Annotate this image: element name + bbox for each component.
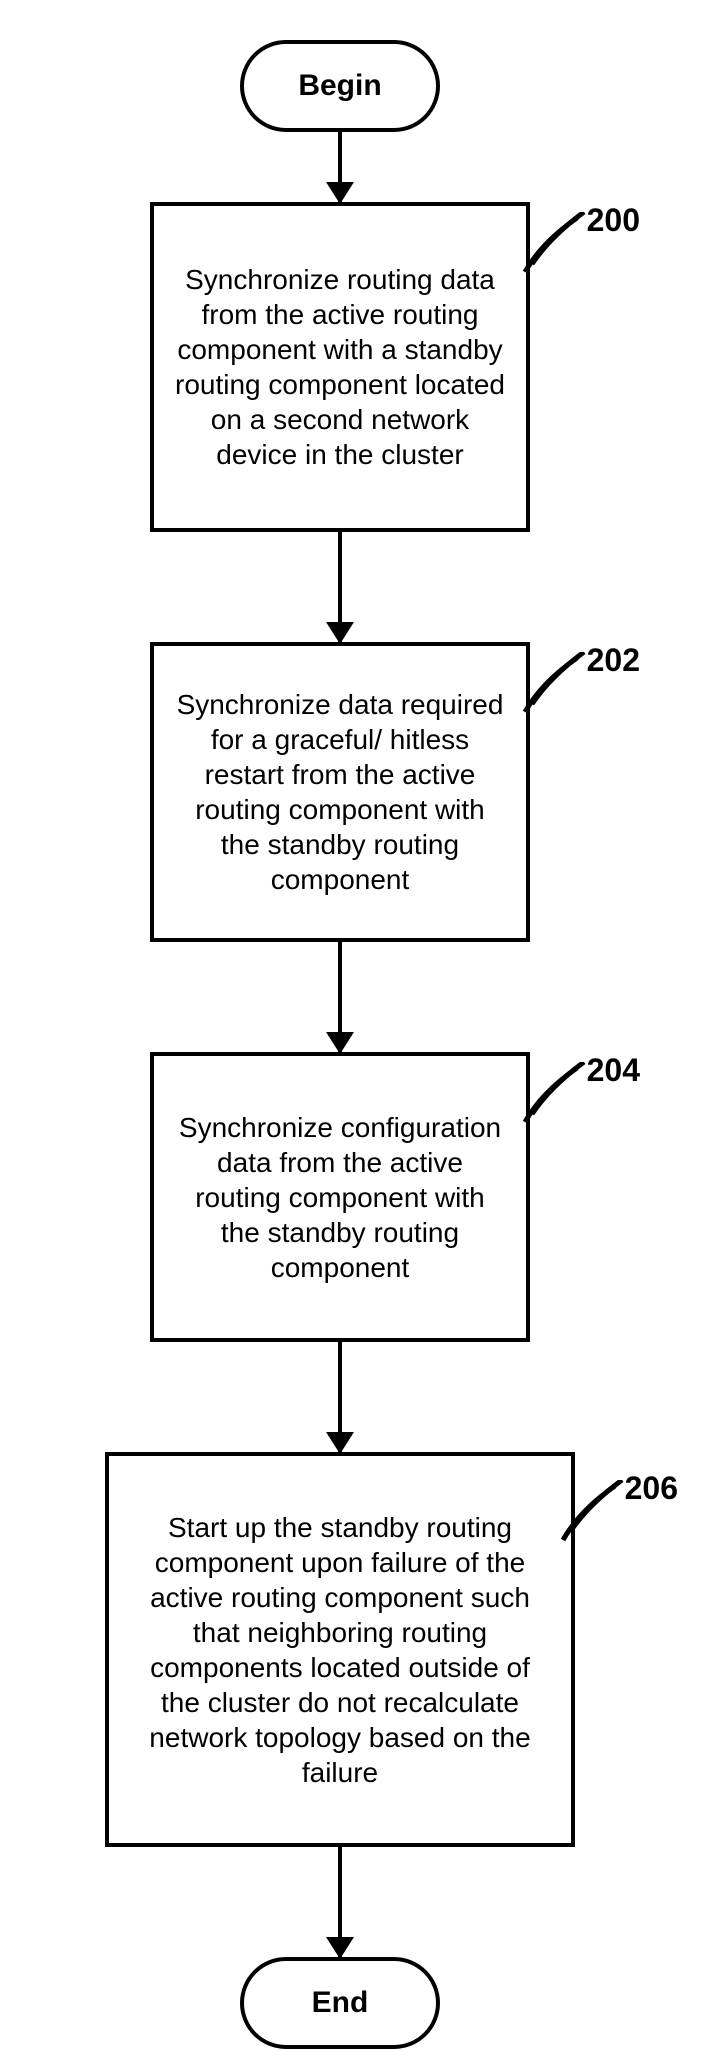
step-200-row: Synchronize routing data from the active… xyxy=(60,202,620,532)
end-terminator: End xyxy=(240,1957,440,2049)
arrow xyxy=(338,1342,342,1452)
step-202-box: Synchronize data required for a graceful… xyxy=(150,642,530,942)
callout-line xyxy=(522,1062,592,1142)
step-204-box: Synchronize configuration data from the … xyxy=(150,1052,530,1342)
step-200-box: Synchronize routing data from the active… xyxy=(150,202,530,532)
begin-terminator: Begin xyxy=(240,40,440,132)
step-204-row: Synchronize configuration data from the … xyxy=(60,1052,620,1342)
step-200-text: Synchronize routing data from the active… xyxy=(172,262,508,472)
arrow xyxy=(338,132,342,202)
arrow xyxy=(338,532,342,642)
step-204-text: Synchronize configuration data from the … xyxy=(172,1110,508,1285)
step-206-row: Start up the standby routing component u… xyxy=(60,1452,620,1847)
step-202-text: Synchronize data required for a graceful… xyxy=(172,687,508,897)
step-206-text: Start up the standby routing component u… xyxy=(127,1510,553,1790)
flowchart-container: Begin Synchronize routing data from the … xyxy=(60,40,620,2049)
step-206-ref: 206 xyxy=(625,1470,678,1507)
arrow xyxy=(338,942,342,1052)
callout-line xyxy=(522,652,592,732)
step-200-ref: 200 xyxy=(587,202,640,239)
begin-label: Begin xyxy=(298,69,381,103)
step-202-row: Synchronize data required for a graceful… xyxy=(60,642,620,942)
step-202-ref: 202 xyxy=(587,642,640,679)
callout-line xyxy=(522,212,592,292)
arrow xyxy=(338,1847,342,1957)
step-204-ref: 204 xyxy=(587,1052,640,1089)
end-label: End xyxy=(312,1986,369,2020)
step-206-box: Start up the standby routing component u… xyxy=(105,1452,575,1847)
